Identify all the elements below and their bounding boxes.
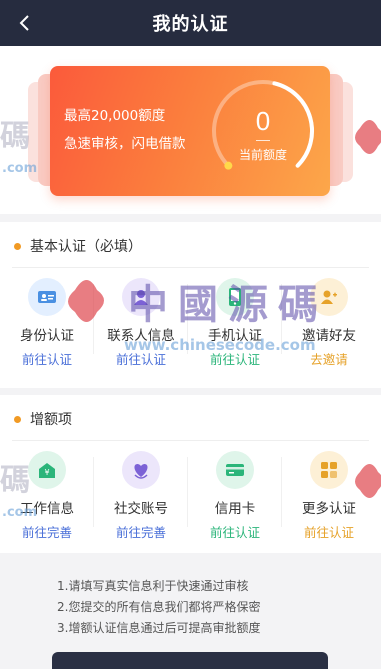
work-icon: ¥ bbox=[28, 451, 66, 489]
extra-item-label: 社交账号 bbox=[114, 501, 168, 517]
basic-item-4[interactable]: 邀请好友 去邀请 bbox=[282, 270, 376, 370]
section-title: 增额项 bbox=[14, 409, 72, 429]
basic-title: 基本认证（必填） bbox=[30, 239, 142, 255]
extra-item-1[interactable]: ¥ 工作信息前往完善 bbox=[0, 443, 94, 543]
extra-item-status-link[interactable]: 前往认证 bbox=[210, 522, 260, 541]
extra-item-status-link[interactable]: 前往完善 bbox=[116, 522, 166, 541]
basic-item-2[interactable]: 联系人信息 前往认证 bbox=[94, 270, 188, 370]
submit-button[interactable] bbox=[52, 652, 328, 669]
credit-label: 当前额度 bbox=[238, 148, 287, 162]
credit-hero: 最高20,000额度 急速审核，闪电借款 0 当前额度 bbox=[0, 46, 381, 214]
chevron-left-icon bbox=[19, 15, 29, 31]
credit-card-banner: 最高20,000额度 急速审核，闪电借款 0 当前额度 bbox=[50, 66, 330, 196]
section-divider bbox=[12, 267, 369, 268]
basic-item-label: 联系人信息 bbox=[107, 328, 175, 344]
extra-item-label: 信用卡 bbox=[214, 501, 256, 517]
page-title: 我的认证 bbox=[152, 14, 229, 35]
basic-verification-section: 基本认证（必填） 身份认证 前往认证 联系人信息 前往认证 手机认证 前往认证 邀请好友 去邀… bbox=[0, 222, 381, 388]
basic-grid: 身份认证 前往认证 联系人信息 前往认证 手机认证 前往认证 邀请好友 去邀请 bbox=[0, 270, 381, 370]
basic-item-1[interactable]: 身份认证 前往认证 bbox=[0, 270, 94, 370]
social-icon bbox=[122, 451, 160, 489]
basic-item-label: 邀请好友 bbox=[302, 328, 356, 344]
extra-item-3[interactable]: 信用卡 前往认证 bbox=[188, 443, 282, 543]
id-card-icon bbox=[28, 278, 66, 316]
fast-review-text: 急速审核，闪电借款 bbox=[64, 136, 186, 152]
contact-icon bbox=[122, 278, 160, 316]
basic-item-status-link[interactable]: 前往认证 bbox=[22, 349, 72, 368]
gauge-divider bbox=[256, 140, 270, 141]
invite-icon bbox=[310, 278, 348, 316]
section-title: 基本认证（必填） bbox=[14, 236, 142, 256]
extra-item-4[interactable]: 更多认证 前往认证 bbox=[282, 443, 376, 543]
max-credit-text: 最高20,000额度 bbox=[64, 108, 166, 124]
phone-icon bbox=[216, 278, 254, 316]
bullet-dot bbox=[14, 415, 21, 423]
more-icon bbox=[310, 451, 348, 489]
extra-title: 增额项 bbox=[30, 412, 72, 428]
note-1: 1.请填写真实信息利于快速通过审核 bbox=[57, 579, 249, 593]
credit-gauge: 0 当前额度 bbox=[208, 76, 318, 186]
credit-value: 0 bbox=[255, 106, 271, 136]
back-button[interactable] bbox=[10, 8, 40, 38]
basic-item-status-link[interactable]: 去邀请 bbox=[310, 349, 348, 368]
extra-item-status-link[interactable]: 前往完善 bbox=[22, 522, 72, 541]
basic-item-status-link[interactable]: 前往认证 bbox=[116, 349, 166, 368]
credit-card-icon bbox=[216, 451, 254, 489]
note-2: 2.您提交的所有信息我们都将严格保密 bbox=[57, 600, 261, 614]
section-divider bbox=[12, 440, 369, 441]
extra-credit-section: 增额项 ¥ 工作信息 前往完善 社交账号 前往完善 信用卡 前往认证 更多认证 前往认证 bbox=[0, 395, 381, 553]
extra-grid: ¥ 工作信息 前往完善 社交账号 前往完善 信用卡 前往认证 更多认证 前往认证 bbox=[0, 443, 381, 543]
extra-item-label: 更多认证 bbox=[302, 501, 356, 517]
bullet-dot bbox=[14, 242, 21, 250]
header-bar: 我的认证 bbox=[0, 0, 381, 46]
note-3: 3.增额认证信息通过后可提高审批额度 bbox=[57, 621, 261, 635]
svg-text:¥: ¥ bbox=[44, 468, 49, 477]
basic-item-label: 手机认证 bbox=[208, 328, 262, 344]
basic-item-status-link[interactable]: 前往认证 bbox=[210, 349, 260, 368]
basic-item-label: 身份认证 bbox=[20, 328, 74, 344]
basic-item-3[interactable]: 手机认证 前往认证 bbox=[188, 270, 282, 370]
extra-item-status-link[interactable]: 前往认证 bbox=[304, 522, 354, 541]
extra-item-2[interactable]: 社交账号 前往完善 bbox=[94, 443, 188, 543]
extra-item-label: 工作信息 bbox=[20, 501, 74, 517]
